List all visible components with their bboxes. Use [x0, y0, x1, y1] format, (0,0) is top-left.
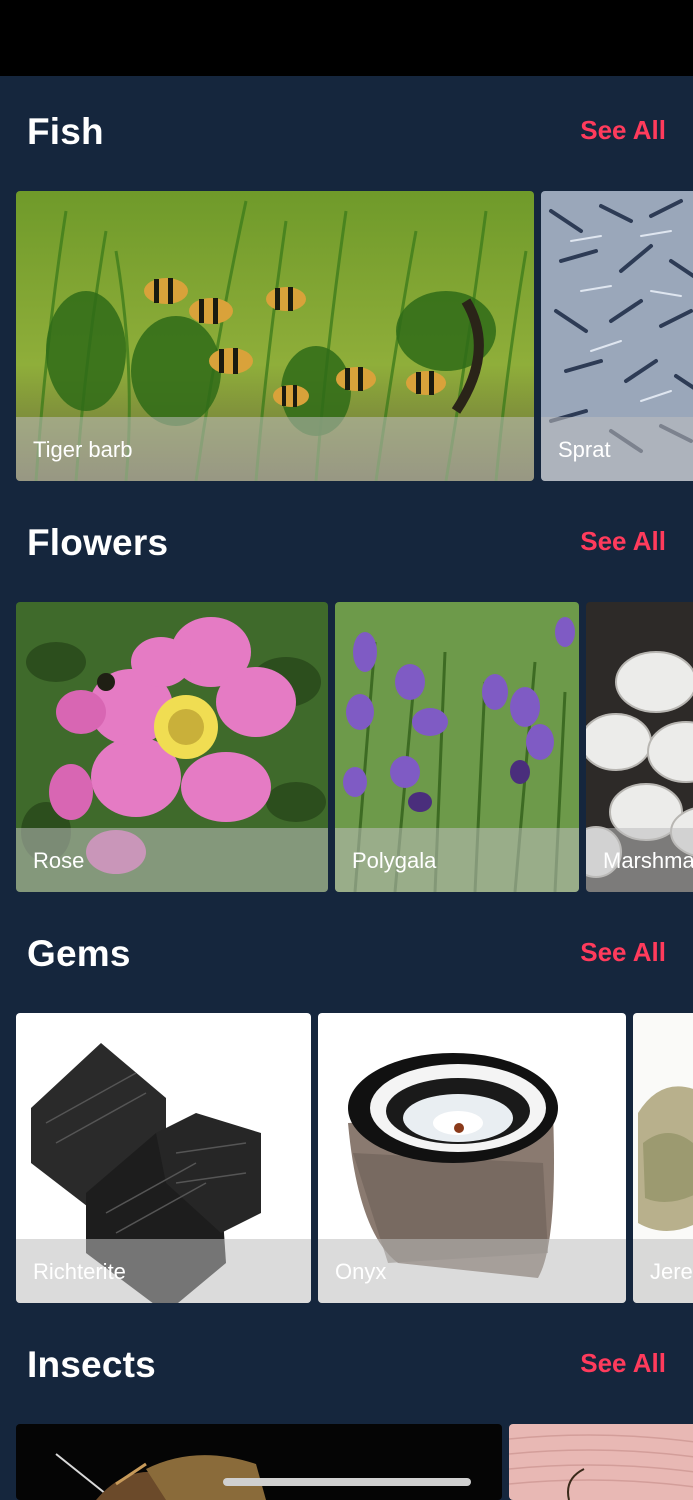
card-label: Sprat — [558, 437, 611, 462]
card-marshmallow[interactable]: Marshma — [586, 602, 693, 892]
section-insects: Insects See All — [0, 1336, 693, 1500]
card-label: Onyx — [335, 1259, 387, 1284]
card-sprat[interactable]: Sprat — [541, 191, 693, 481]
see-all-fish-button[interactable]: See All — [580, 115, 666, 146]
card-onyx[interactable]: Onyx — [318, 1013, 626, 1303]
see-all-flowers-button[interactable]: See All — [580, 526, 666, 557]
section-title: Flowers — [27, 522, 169, 563]
card-insect-2[interactable] — [509, 1424, 693, 1500]
card-jeremejevite[interactable]: Jere — [633, 1013, 693, 1303]
card-label: Polygala — [352, 848, 437, 873]
card-label: Richterite — [33, 1259, 126, 1284]
card-rose[interactable]: Rose — [16, 602, 328, 892]
gems-carousel[interactable]: Richterite Onyx Jere — [0, 1013, 693, 1305]
home-indicator[interactable] — [223, 1478, 471, 1486]
insect-1-image — [16, 1424, 502, 1500]
card-label: Jere — [650, 1259, 693, 1284]
card-insect-1[interactable] — [16, 1424, 502, 1500]
section-header: Gems See All — [0, 925, 693, 985]
section-gems: Gems See All Richterite Onyx Jere — [0, 925, 693, 1305]
section-header: Fish See All — [0, 103, 693, 163]
flowers-carousel[interactable]: Rose Polygala Marshma — [0, 602, 693, 894]
status-bar — [0, 0, 693, 76]
insects-carousel[interactable] — [0, 1424, 693, 1500]
card-richterite[interactable]: Richterite — [16, 1013, 311, 1303]
section-fish: Fish See All Tiger barb Sprat — [0, 103, 693, 483]
see-all-gems-button[interactable]: See All — [580, 937, 666, 968]
card-label: Rose — [33, 848, 85, 873]
card-polygala[interactable]: Polygala — [335, 602, 579, 892]
section-flowers: Flowers See All Rose Polygala Marshma — [0, 514, 693, 894]
section-title: Fish — [27, 111, 104, 152]
insect-2-image — [509, 1424, 693, 1500]
section-header: Insects See All — [0, 1336, 693, 1396]
see-all-insects-button[interactable]: See All — [580, 1348, 666, 1379]
card-label: Tiger barb — [33, 437, 133, 462]
fish-carousel[interactable]: Tiger barb Sprat — [0, 191, 693, 483]
section-header: Flowers See All — [0, 514, 693, 574]
section-title: Insects — [27, 1344, 156, 1385]
card-label: Marshma — [603, 848, 693, 873]
section-title: Gems — [27, 933, 131, 974]
card-tiger-barb[interactable]: Tiger barb — [16, 191, 534, 481]
